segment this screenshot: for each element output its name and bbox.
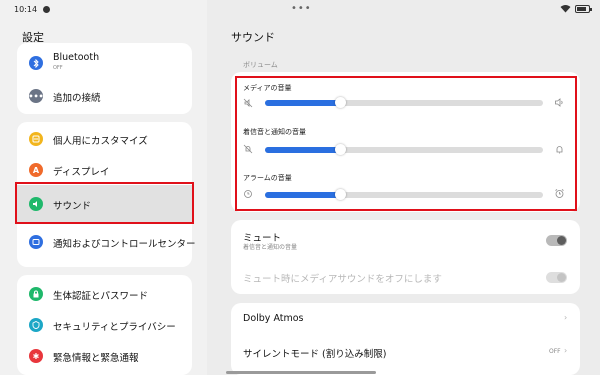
dolby-atmos-title[interactable]: Dolby Atmos — [243, 313, 304, 324]
multitask-handle[interactable]: ••• — [291, 3, 312, 14]
sidebar-item-label: ディスプレイ — [53, 167, 110, 178]
sidebar-item-label: セキュリティとプライバシー — [53, 322, 176, 333]
mute-subtitle: 着信音と通知の音量 — [243, 244, 298, 251]
sidebar-item-label: 通知およびコントロールセンター — [53, 239, 196, 250]
sidebar-item-additional-connections[interactable]: ••• 追加の接続 — [17, 79, 192, 113]
page-title: サウンド — [231, 31, 275, 44]
mute-toggle[interactable] — [546, 235, 567, 246]
sidebar-item-security-privacy[interactable]: セキュリティとプライバシー — [17, 308, 192, 342]
battery-icon — [575, 4, 592, 13]
status-indicators — [560, 4, 592, 13]
wifi-icon — [560, 5, 571, 13]
silent-mode-value: OFF — [549, 348, 561, 355]
sidebar-item-biometrics[interactable]: 生体認証とパスワード — [17, 277, 192, 311]
toggle-knob — [557, 273, 566, 282]
volume-section-label: ボリューム — [243, 61, 278, 69]
emergency-icon: ✱ — [29, 349, 43, 363]
settings-sidebar: 設定 Bluetooth OFF ••• 追加の接続 個人用にカスタマイズ A … — [0, 0, 207, 375]
volume-highlight-box — [235, 76, 577, 211]
mute-media-title: ミュート時にメディアサウンドをオフにします — [243, 274, 442, 285]
notification-icon — [29, 235, 43, 249]
sidebar-item-label: 緊急情報と緊急通報 — [53, 353, 139, 364]
lock-icon — [29, 287, 43, 301]
bluetooth-status: OFF — [53, 65, 63, 71]
display-icon: A — [29, 163, 43, 177]
home-indicator[interactable] — [226, 371, 376, 374]
palette-icon — [29, 132, 43, 146]
mute-media-toggle[interactable] — [546, 272, 567, 283]
silent-mode-title[interactable]: サイレントモード (割り込み制限) — [243, 346, 386, 360]
sidebar-item-label: 個人用にカスタマイズ — [53, 136, 148, 147]
sidebar-item-bluetooth[interactable]: Bluetooth OFF — [17, 45, 192, 79]
sidebar-item-emergency[interactable]: ✱ 緊急情報と緊急通報 — [17, 339, 192, 373]
bluetooth-icon — [29, 56, 43, 70]
status-notification-icon — [43, 6, 50, 13]
sidebar-item-personalize[interactable]: 個人用にカスタマイズ — [17, 122, 192, 156]
sidebar-item-notifications[interactable]: 通知およびコントロールセンター — [17, 225, 196, 259]
shield-icon — [29, 318, 43, 332]
sidebar-item-label: 生体認証とパスワード — [53, 291, 149, 302]
sidebar-item-label: 追加の接続 — [53, 93, 101, 104]
sound-highlight-box — [15, 182, 194, 224]
toggle-knob — [557, 236, 566, 245]
chevron-right-icon: › — [564, 346, 568, 355]
status-bar: 10:14 ••• — [0, 0, 600, 22]
sidebar-card-security: 生体認証とパスワード セキュリティとプライバシー ✱ 緊急情報と緊急通報 — [17, 275, 192, 375]
chevron-right-icon: › — [564, 313, 568, 322]
more-icon: ••• — [28, 89, 44, 103]
sidebar-card-connectivity: Bluetooth OFF ••• 追加の接続 — [17, 43, 192, 114]
sidebar-item-label: Bluetooth — [53, 52, 100, 63]
status-time: 10:14 — [14, 5, 38, 14]
